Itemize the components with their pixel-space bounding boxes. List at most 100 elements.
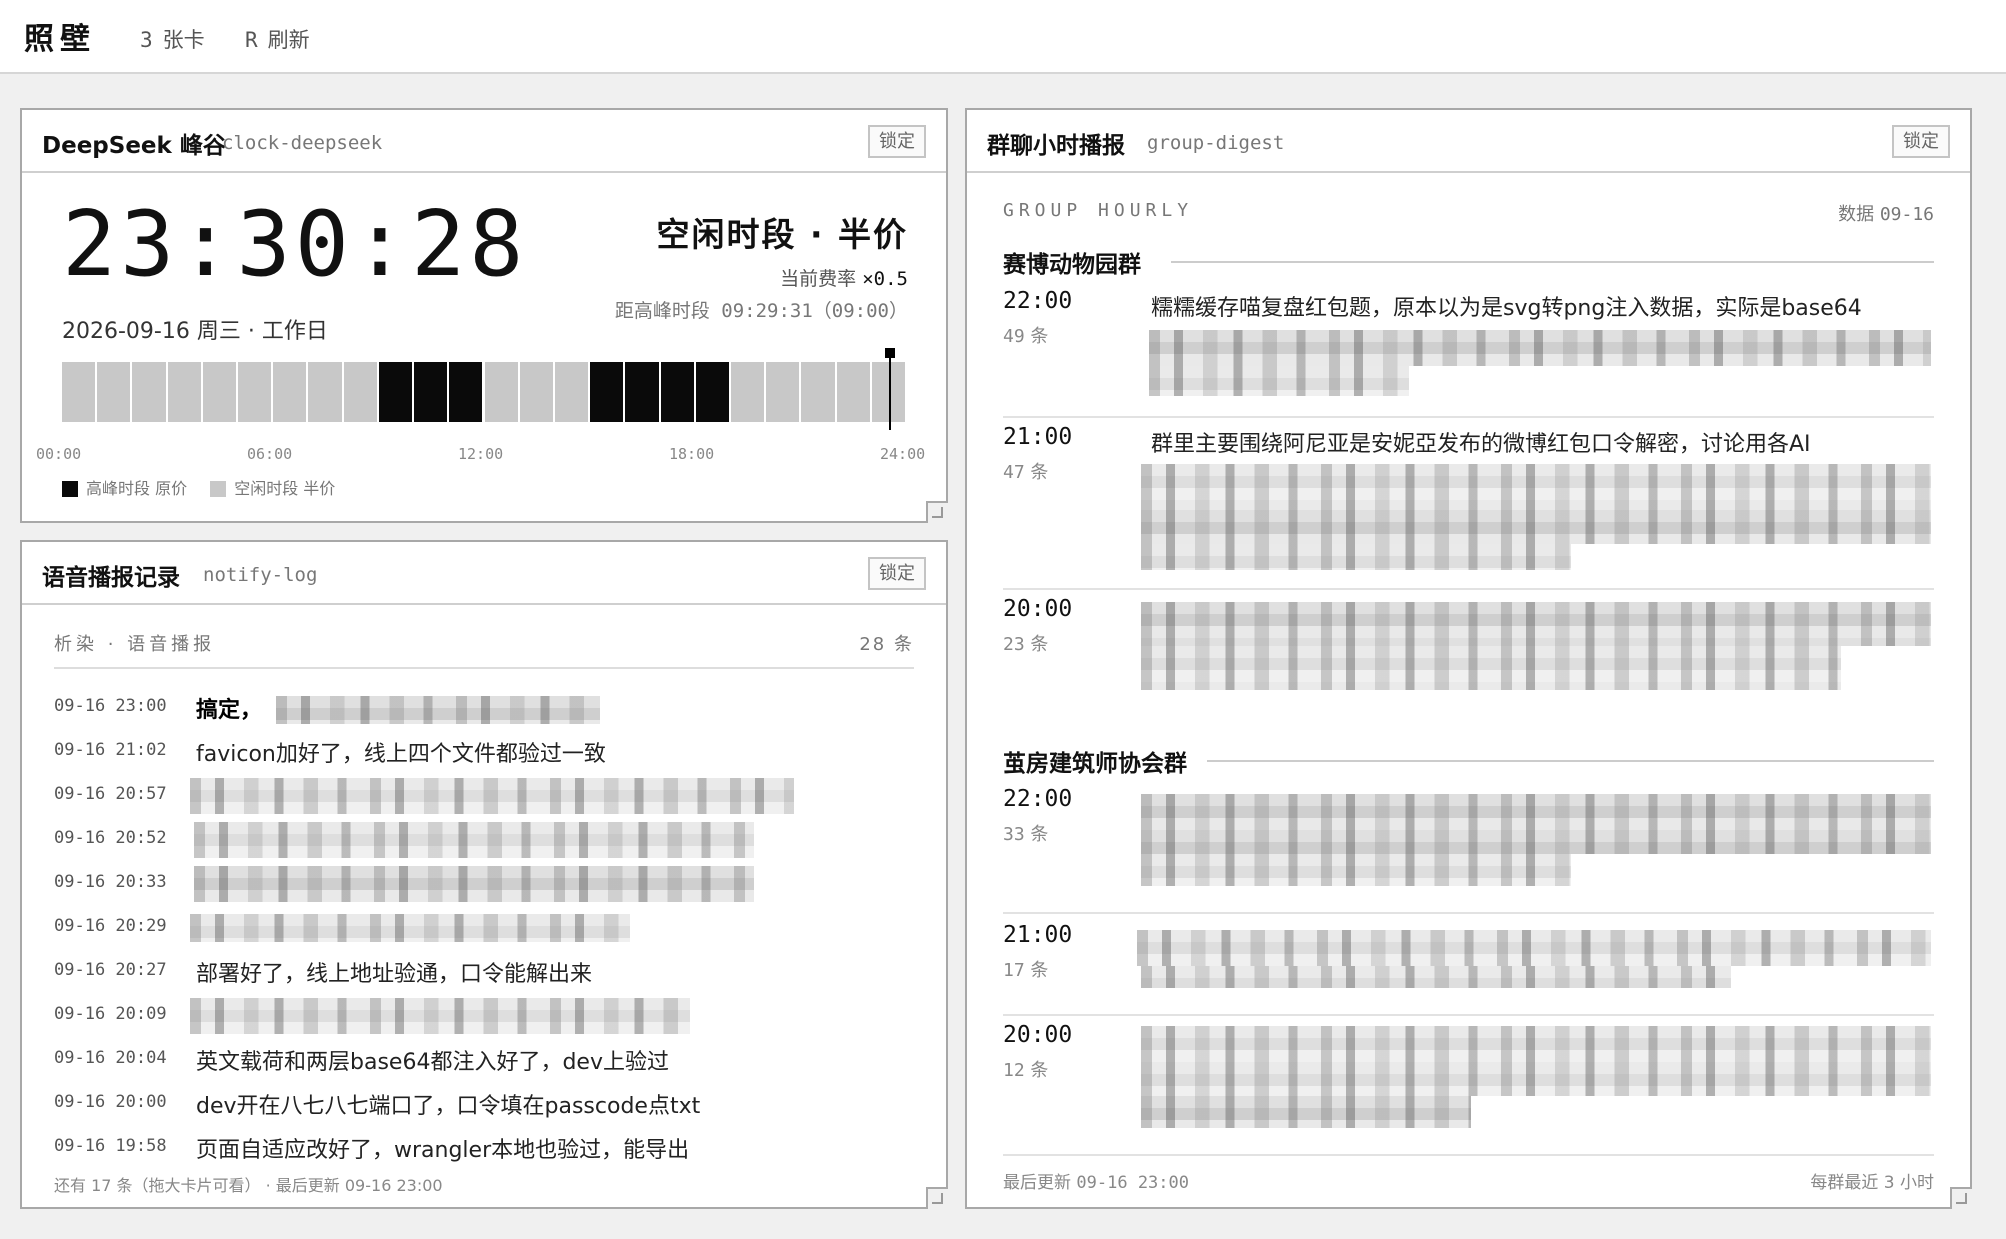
message-count: 12 条 bbox=[1003, 1056, 1048, 1082]
log-total-count: 28 条 bbox=[859, 634, 914, 655]
refresh-label: 刷新 bbox=[267, 28, 310, 52]
message-count-value: 47 bbox=[1003, 462, 1025, 483]
redacted-text bbox=[276, 696, 600, 724]
next-peak-countdown: 距高峰时段 09:29:31（09:00） bbox=[614, 300, 908, 322]
hour-time: 21:00 bbox=[1003, 922, 1073, 948]
section-label: GROUP HOURLY bbox=[1003, 200, 1194, 221]
timeline-idle-hour bbox=[238, 362, 272, 422]
resize-handle[interactable] bbox=[926, 1187, 948, 1209]
message-count-value: 17 bbox=[1003, 960, 1025, 981]
hour-time: 20:00 bbox=[1003, 596, 1073, 622]
message-count-value: 12 bbox=[1003, 1060, 1025, 1081]
group-title: 赛博动物园群 bbox=[1003, 252, 1141, 278]
timeline-idle-hour bbox=[97, 362, 131, 422]
log-text: 部署好了，线上地址验通，口令能解出来 bbox=[196, 962, 593, 987]
redacted-text bbox=[1141, 646, 1841, 690]
redacted-text bbox=[1141, 1026, 1931, 1096]
message-count-unit: 条 bbox=[1030, 824, 1049, 845]
card-header[interactable]: DeepSeek 峰谷 clock-deepseek 锁定 bbox=[22, 110, 946, 173]
timeline-legend: 高峰时段 原价 空闲时段 半价 bbox=[62, 475, 335, 499]
legend-peak-label: 高峰时段 原价 bbox=[86, 479, 188, 498]
timeline-idle-hour bbox=[554, 362, 589, 422]
log-text: favicon加好了，线上四个文件都验过一致 bbox=[196, 742, 606, 767]
timeline-idle-hour bbox=[62, 362, 96, 422]
message-count: 47 条 bbox=[1003, 458, 1048, 484]
log-time: 09-16 20:27 bbox=[54, 960, 167, 980]
hour-time: 22:00 bbox=[1003, 786, 1073, 812]
clock-card[interactable]: DeepSeek 峰谷 clock-deepseek 锁定 23:30:28 2… bbox=[20, 108, 948, 523]
hour-summary: 糯糯缓存喵复盘红包题，原本以为是svg转png注入数据，实际是base64 bbox=[1151, 296, 1862, 321]
timeline-peak-hour bbox=[449, 362, 483, 422]
last-updated-value: 09-16 23:00 bbox=[1076, 1173, 1189, 1193]
redacted-text bbox=[190, 914, 630, 942]
redacted-text bbox=[1149, 366, 1409, 396]
data-date: 数据 09-16 bbox=[1838, 200, 1934, 226]
refresh-shortcut-key: R bbox=[245, 28, 258, 52]
log-source: 析染 · 语音播报 bbox=[54, 634, 216, 655]
current-date: 2026-09-16 周三 · 工作日 bbox=[62, 319, 328, 344]
timeline-peak-hour bbox=[625, 362, 659, 422]
log-time: 09-16 23:00 bbox=[54, 696, 167, 716]
message-count-value: 33 bbox=[1003, 824, 1025, 845]
timeline-idle-hour bbox=[202, 362, 237, 422]
message-count-unit: 条 bbox=[1030, 326, 1049, 347]
card-title: 语音播报记录 bbox=[42, 565, 180, 591]
current-time-marker-head bbox=[884, 348, 895, 358]
group-digest-card[interactable]: 群聊小时播报 group-digest 锁定 GROUP HOURLY 数据 0… bbox=[965, 108, 1972, 1209]
timeline-idle-hour bbox=[308, 362, 342, 422]
group-title: 茧房建筑师协会群 bbox=[1003, 751, 1187, 777]
tick-label: 06:00 bbox=[247, 445, 293, 463]
redacted-text bbox=[194, 866, 754, 902]
divider bbox=[1207, 760, 1934, 762]
redacted-text bbox=[1141, 794, 1931, 854]
timeline-idle-hour bbox=[484, 362, 518, 422]
hour-entry: 21:00 47 条 群里主要围绕阿尼亚是安妮亞发布的微博红包口令解密，讨论用各… bbox=[1003, 424, 1934, 594]
divider bbox=[1003, 1014, 1934, 1016]
card-title: 群聊小时播报 bbox=[987, 133, 1125, 159]
timeline-peak-hour bbox=[378, 362, 413, 422]
card-count: 3 张卡 bbox=[140, 24, 205, 54]
message-count-unit: 条 bbox=[1030, 960, 1049, 981]
timeline-idle-hour bbox=[801, 362, 835, 422]
app-title: 照壁 bbox=[24, 22, 96, 57]
message-count: 17 条 bbox=[1003, 956, 1048, 982]
data-date-label: 数据 bbox=[1838, 204, 1875, 225]
divider bbox=[1171, 261, 1934, 263]
message-count: 33 条 bbox=[1003, 820, 1048, 846]
redacted-text bbox=[1141, 854, 1571, 886]
card-count-label: 张卡 bbox=[162, 28, 205, 52]
digest-window-note: 每群最近 3 小时 bbox=[1810, 1173, 1934, 1193]
log-text: 英文载荷和两层base64都注入好了，dev上验过 bbox=[196, 1050, 669, 1075]
data-date-value: 09-16 bbox=[1879, 204, 1934, 225]
redacted-text bbox=[194, 822, 754, 858]
hour-entry: 22:00 33 条 bbox=[1003, 786, 1934, 916]
timeline-idle-hour bbox=[730, 362, 765, 422]
card-title: DeepSeek 峰谷 bbox=[42, 133, 226, 159]
resize-handle[interactable] bbox=[1950, 1187, 1972, 1209]
hour-entry: 21:00 17 条 bbox=[1003, 922, 1934, 1018]
hour-summary: 群里主要围绕阿尼亚是安妮亞发布的微博红包口令解密，讨论用各AI bbox=[1151, 432, 1811, 457]
tick-label: 12:00 bbox=[458, 445, 504, 463]
lock-button[interactable]: 锁定 bbox=[1892, 125, 1950, 158]
log-time: 09-16 20:33 bbox=[54, 872, 167, 892]
timeline-peak-hour bbox=[590, 362, 624, 422]
log-text: 搞定， bbox=[196, 698, 263, 723]
timeline-idle-hour bbox=[343, 362, 377, 422]
refresh-button[interactable]: R 刷新 bbox=[245, 24, 310, 54]
divider bbox=[1003, 416, 1934, 418]
timeline-idle-hour bbox=[167, 362, 201, 422]
hour-entry: 20:00 23 条 bbox=[1003, 596, 1934, 716]
timeline-idle-hour bbox=[519, 362, 553, 422]
current-rate: 当前费率 ×0.5 bbox=[780, 264, 908, 291]
resize-handle[interactable] bbox=[926, 501, 948, 523]
card-header[interactable]: 语音播报记录 notify-log 锁定 bbox=[22, 542, 946, 605]
card-header[interactable]: 群聊小时播报 group-digest 锁定 bbox=[967, 110, 1970, 173]
log-time: 09-16 20:29 bbox=[54, 916, 167, 936]
log-text: 页面自适应改好了，wrangler本地也验过，能导出 bbox=[196, 1138, 690, 1163]
lock-button[interactable]: 锁定 bbox=[868, 125, 926, 158]
card-id: clock-deepseek bbox=[222, 132, 383, 154]
message-count-value: 23 bbox=[1003, 634, 1025, 655]
log-footer: 还有 17 条（拖大卡片可看） · 最后更新 09-16 23:00 bbox=[54, 1176, 443, 1195]
notify-log-card[interactable]: 语音播报记录 notify-log 锁定 析染 · 语音播报 28 条 09-1… bbox=[20, 540, 948, 1209]
lock-button[interactable]: 锁定 bbox=[868, 557, 926, 590]
